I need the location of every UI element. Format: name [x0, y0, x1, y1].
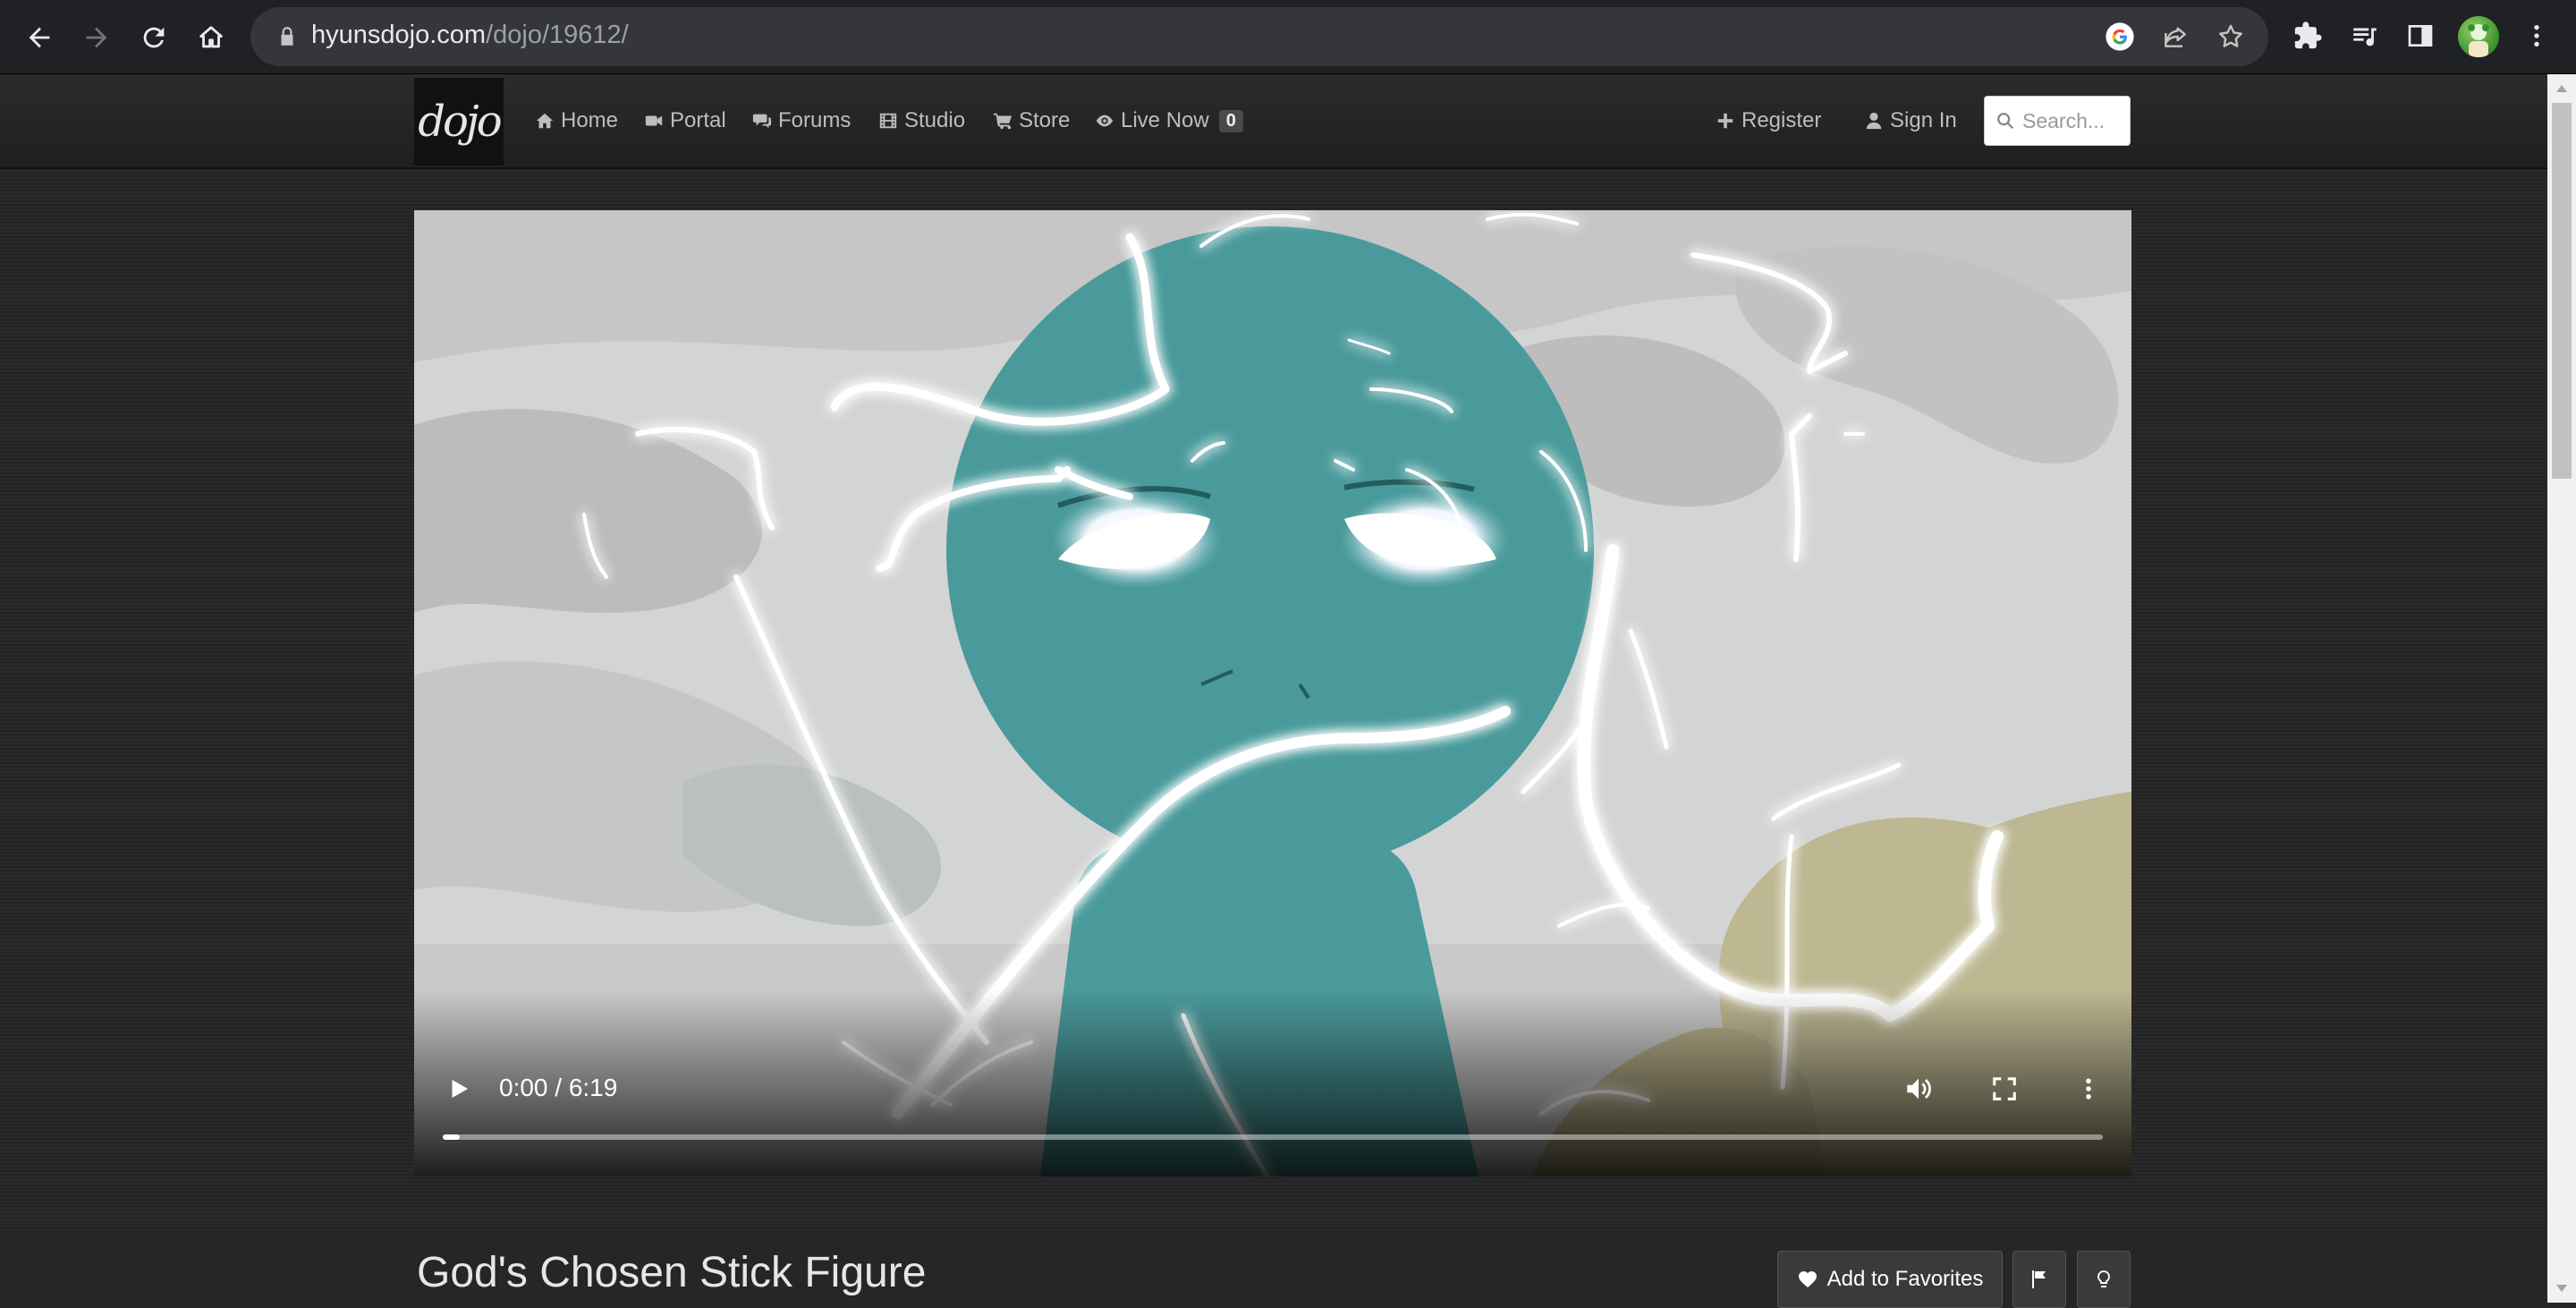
title-strip: [0, 1230, 2547, 1303]
plus-icon: [1717, 113, 1733, 129]
avatar[interactable]: [2458, 16, 2499, 57]
live-count-badge: 0: [1218, 109, 1243, 132]
lightbulb-icon: [2097, 1270, 2110, 1287]
browser-toolbar: hyunsdojo.com/dojo/19612/: [0, 0, 2576, 74]
url-domain: hyunsdojo.com: [311, 21, 487, 49]
video-camera-icon: [645, 115, 663, 126]
nav-forums[interactable]: Forums: [752, 108, 851, 133]
menu-icon[interactable]: [2519, 18, 2555, 54]
controls-gradient: [414, 989, 2131, 1176]
nav-studio[interactable]: Studio: [878, 108, 965, 133]
site-navbar: dojo Home Portal Forums Studio Store Liv…: [0, 74, 2547, 169]
flag-button[interactable]: [2012, 1251, 2066, 1308]
volume-button[interactable]: [1899, 1069, 1938, 1108]
home-icon: [199, 26, 223, 48]
google-icon[interactable]: [2104, 21, 2136, 53]
lightbulb-button[interactable]: [2077, 1251, 2131, 1308]
nav-home[interactable]: Home: [535, 108, 618, 133]
play-icon: [452, 1080, 468, 1098]
nav-portal-label: Portal: [670, 108, 726, 132]
media-icon[interactable]: [2347, 18, 2383, 54]
film-icon: [879, 113, 897, 129]
signin-label: Sign In: [1890, 108, 1957, 132]
progress-fill: [443, 1134, 460, 1140]
user-icon: [1866, 112, 1882, 130]
star-icon[interactable]: [2215, 21, 2247, 53]
site-logo[interactable]: dojo: [414, 78, 504, 166]
search-box[interactable]: [1984, 96, 2131, 146]
flag-icon: [2032, 1270, 2046, 1288]
video-player[interactable]: 0:00 / 6:19: [414, 210, 2131, 1176]
play-button[interactable]: [441, 1071, 477, 1107]
url-path: /dojo/19612/: [486, 21, 629, 49]
nav-store-label: Store: [1019, 108, 1071, 132]
eye-icon: [1096, 115, 1114, 127]
home-icon: [536, 113, 554, 129]
volume-icon: [1907, 1078, 1931, 1100]
scroll-thumb[interactable]: [2552, 103, 2572, 479]
cart-icon: [993, 113, 1013, 130]
fullscreen-icon: [1993, 1077, 2016, 1100]
more-vertical-icon: [2086, 1078, 2091, 1100]
address-bar[interactable]: hyunsdojo.com/dojo/19612/: [250, 7, 2268, 66]
scrollbar[interactable]: [2547, 74, 2576, 1303]
back-icon: [29, 27, 50, 48]
lock-icon: [281, 27, 293, 46]
nav-store[interactable]: Store: [993, 108, 1070, 133]
search-input[interactable]: [2021, 107, 2123, 134]
fullscreen-button[interactable]: [1985, 1069, 2024, 1108]
search-icon: [1997, 113, 2014, 130]
page-title: God's Chosen Stick Figure: [417, 1249, 927, 1296]
nav-forums-label: Forums: [778, 108, 852, 132]
nav-portal[interactable]: Portal: [644, 108, 726, 133]
time-display: 0:00 / 6:19: [499, 1074, 618, 1101]
nav-live-now[interactable]: Live Now 0: [1095, 108, 1243, 133]
more-options-button[interactable]: [2069, 1069, 2108, 1108]
nav-home-label: Home: [561, 108, 619, 132]
extensions-icon[interactable]: [2290, 18, 2326, 54]
scroll-up-arrow[interactable]: [2556, 85, 2567, 92]
add-to-favorites-button[interactable]: Add to Favorites: [1777, 1251, 2003, 1308]
signin-link[interactable]: Sign In: [1864, 108, 1957, 133]
comments-icon: [752, 114, 772, 129]
sidepanel-icon[interactable]: [2402, 18, 2438, 54]
forward-icon: [86, 27, 107, 48]
home-button[interactable]: [186, 13, 236, 63]
back-button[interactable]: [14, 13, 64, 63]
url-text: hyunsdojo.com/dojo/19612/: [311, 21, 629, 50]
logo-text: dojo: [418, 97, 502, 147]
scroll-down-arrow[interactable]: [2556, 1285, 2567, 1292]
reload-button[interactable]: [129, 13, 179, 63]
heart-icon: [1798, 1271, 1817, 1287]
register-label: Register: [1741, 108, 1822, 132]
share-icon[interactable]: [2159, 21, 2191, 53]
favorites-label: Add to Favorites: [1826, 1267, 1984, 1291]
nav-studio-label: Studio: [904, 108, 966, 132]
forward-button[interactable]: [72, 13, 122, 63]
progress-bar[interactable]: [443, 1134, 2103, 1140]
reload-icon: [143, 27, 165, 48]
register-link[interactable]: Register: [1716, 108, 1821, 133]
nav-live-label: Live Now: [1121, 108, 1209, 132]
